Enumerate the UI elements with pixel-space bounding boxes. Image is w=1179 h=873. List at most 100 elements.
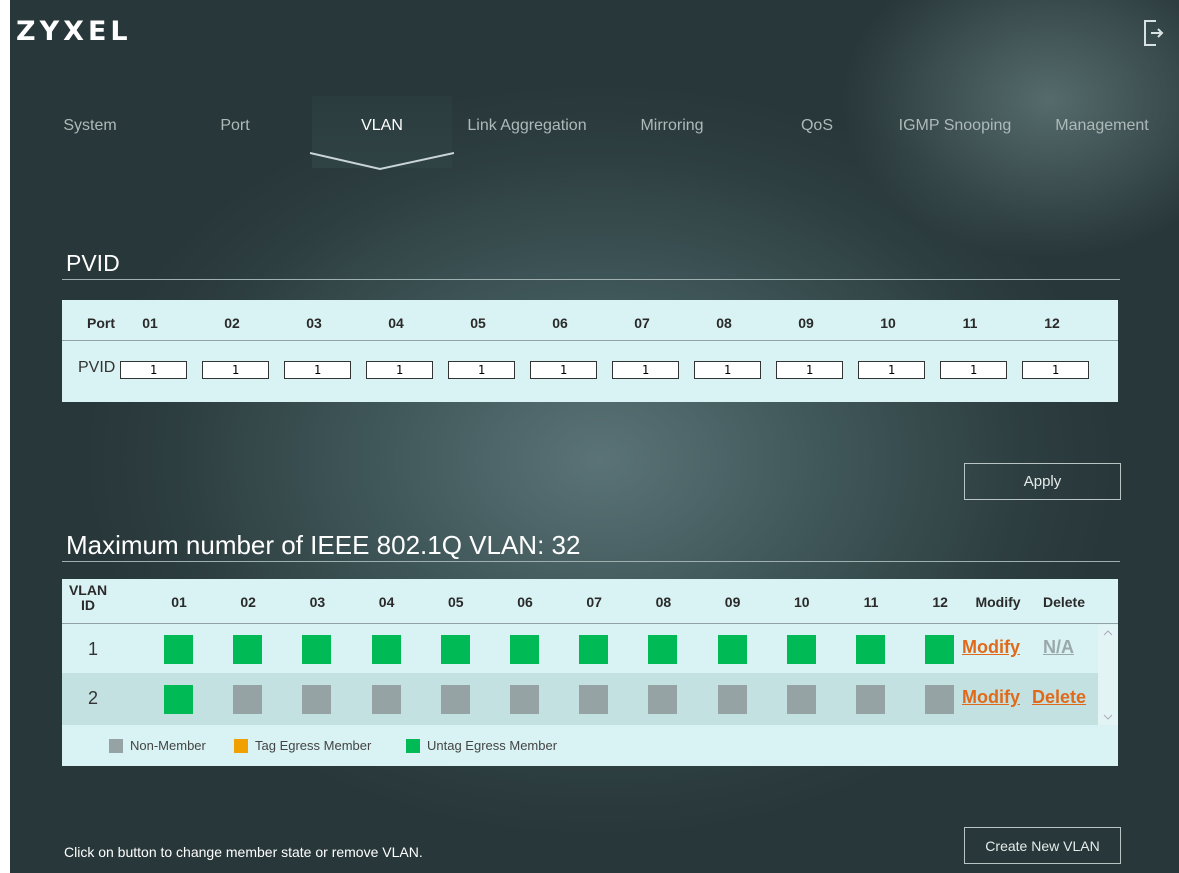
- member-state-toggle[interactable]: [510, 635, 539, 664]
- member-state-toggle[interactable]: [786, 635, 816, 664]
- pvid-port-header: 06: [552, 315, 568, 331]
- member-state-toggle[interactable]: [302, 685, 332, 714]
- vlan-id: 2: [88, 688, 99, 708]
- member-state-toggle[interactable]: [925, 685, 955, 714]
- vlan-port-header: 12: [932, 594, 948, 610]
- apply-button[interactable]: Apply: [964, 463, 1121, 500]
- logout-icon[interactable]: [1142, 18, 1164, 48]
- vlan-divider: [62, 561, 1120, 562]
- member-state-toggle[interactable]: [579, 635, 609, 664]
- pvid-input[interactable]: [694, 361, 761, 379]
- delete-link[interactable]: Delete: [1032, 687, 1086, 708]
- untag-egress-swatch: [406, 739, 420, 753]
- delete-na-label: N/A: [1043, 637, 1074, 657]
- pvid-table: Port 01 02 03 04 05 06 07 08 09 10 11 12 PVID: [62, 300, 1118, 402]
- pvid-port-header: 12: [1044, 315, 1060, 331]
- tab-management[interactable]: Management: [1032, 96, 1172, 135]
- pvid-port-header: 04: [388, 315, 404, 331]
- tab-system[interactable]: System: [20, 96, 160, 135]
- pvid-section-title: PVID: [66, 250, 120, 276]
- member-state-toggle[interactable]: [440, 685, 470, 714]
- legend-untag-egress: Untag Egress Member: [427, 738, 558, 753]
- pvid-port-header: 11: [962, 315, 978, 331]
- pvid-input[interactable]: [202, 361, 269, 379]
- tag-egress-swatch: [234, 739, 248, 753]
- member-state-toggle[interactable]: [856, 635, 885, 664]
- vlan-port-header: 09: [724, 594, 741, 610]
- member-state-toggle[interactable]: [579, 685, 609, 714]
- vlan-header-id: VLAN ID: [68, 582, 108, 613]
- vlan-table: VLAN ID 01 02 03 04 05 06 07 08 09 10 11 12 Modify …: [62, 579, 1118, 766]
- member-state-toggle[interactable]: [164, 635, 193, 664]
- main-nav: System Port VLAN Link Aggregation Mirror…: [20, 96, 1179, 196]
- legend-tag-egress: Tag Egress Member: [255, 738, 372, 753]
- tab-qos[interactable]: QoS: [747, 96, 887, 135]
- vlan-header-delete: Delete: [1042, 594, 1086, 610]
- hint-text: Click on button to change member state o…: [64, 844, 423, 860]
- pvid-port-header: 09: [798, 315, 814, 331]
- vlan-port-header: 08: [655, 594, 672, 610]
- vlan-section-title: Maximum number of IEEE 802.1Q VLAN: 32: [66, 530, 581, 560]
- vlan-header-modify: Modify: [975, 594, 1021, 610]
- pvid-port-header: 10: [880, 315, 896, 331]
- vlan-port-header: 07: [586, 594, 602, 610]
- member-state-toggle[interactable]: [302, 635, 332, 664]
- vlan-port-header: 06: [517, 594, 533, 610]
- tab-vlan[interactable]: VLAN: [310, 96, 454, 171]
- pvid-input[interactable]: [366, 361, 433, 379]
- member-state-toggle[interactable]: [440, 635, 470, 664]
- member-state-toggle[interactable]: [717, 685, 747, 714]
- member-state-toggle[interactable]: [510, 685, 539, 714]
- pvid-input[interactable]: [530, 361, 597, 379]
- pvid-header-port: Port: [87, 315, 115, 331]
- pvid-input[interactable]: [776, 361, 843, 379]
- member-state-toggle[interactable]: [648, 635, 678, 664]
- pvid-input[interactable]: [940, 361, 1007, 379]
- tab-mirroring[interactable]: Mirroring: [602, 96, 742, 135]
- pvid-input[interactable]: [284, 361, 351, 379]
- tab-vlan-label: VLAN: [361, 117, 403, 134]
- pvid-port-header: 02: [224, 315, 240, 331]
- active-tab-indicator: [310, 152, 454, 171]
- pvid-port-header: 01: [142, 315, 158, 331]
- pvid-input[interactable]: [612, 361, 679, 379]
- legend: Non-Member Tag Egress Member Untag Egres…: [62, 735, 662, 757]
- create-new-vlan-button[interactable]: Create New VLAN: [964, 827, 1121, 864]
- tab-port[interactable]: Port: [165, 96, 305, 135]
- tab-link-aggregation[interactable]: Link Aggregation: [457, 96, 597, 135]
- member-state-toggle[interactable]: [233, 685, 263, 714]
- non-member-swatch: [109, 739, 123, 753]
- member-state-toggle[interactable]: [786, 685, 816, 714]
- pvid-input[interactable]: [858, 361, 925, 379]
- vlan-port-header: 05: [448, 594, 464, 610]
- member-state-toggle[interactable]: [371, 635, 401, 664]
- vlan-port-header: 04: [378, 594, 395, 610]
- pvid-port-header: 08: [716, 315, 732, 331]
- pvid-port-header: 05: [470, 315, 486, 331]
- modify-link[interactable]: Modify: [962, 637, 1020, 658]
- tab-igmp-snooping[interactable]: IGMP Snooping: [890, 96, 1020, 135]
- member-state-toggle[interactable]: [233, 635, 263, 664]
- legend-non-member: Non-Member: [130, 738, 206, 753]
- member-state-toggle[interactable]: [925, 635, 955, 664]
- member-state-toggle[interactable]: [648, 685, 678, 714]
- pvid-input[interactable]: [120, 361, 187, 379]
- pvid-port-header: 07: [634, 315, 650, 331]
- pvid-input[interactable]: [448, 361, 515, 379]
- vlan-scrollbar[interactable]: [1098, 625, 1118, 725]
- modify-link[interactable]: Modify: [962, 687, 1020, 708]
- app-frame: ZYXEL System Port VLAN Link Aggregation …: [10, 0, 1179, 873]
- table-row: 2 Modify Delete: [62, 673, 1098, 725]
- vlan-header-divider: [62, 623, 1118, 624]
- scroll-arrows-icon: [1103, 630, 1113, 720]
- member-state-toggle[interactable]: [164, 685, 193, 714]
- pvid-input[interactable]: [1022, 361, 1089, 379]
- vlan-port-header: 11: [863, 594, 879, 610]
- table-row: 1 Modify N/A: [62, 625, 1098, 673]
- member-state-toggle[interactable]: [371, 685, 401, 714]
- vlan-port-header: 10: [794, 594, 810, 610]
- pvid-row-label: PVID: [78, 359, 116, 376]
- vlan-port-header: 01: [171, 594, 187, 610]
- member-state-toggle[interactable]: [856, 685, 885, 714]
- member-state-toggle[interactable]: [717, 635, 747, 664]
